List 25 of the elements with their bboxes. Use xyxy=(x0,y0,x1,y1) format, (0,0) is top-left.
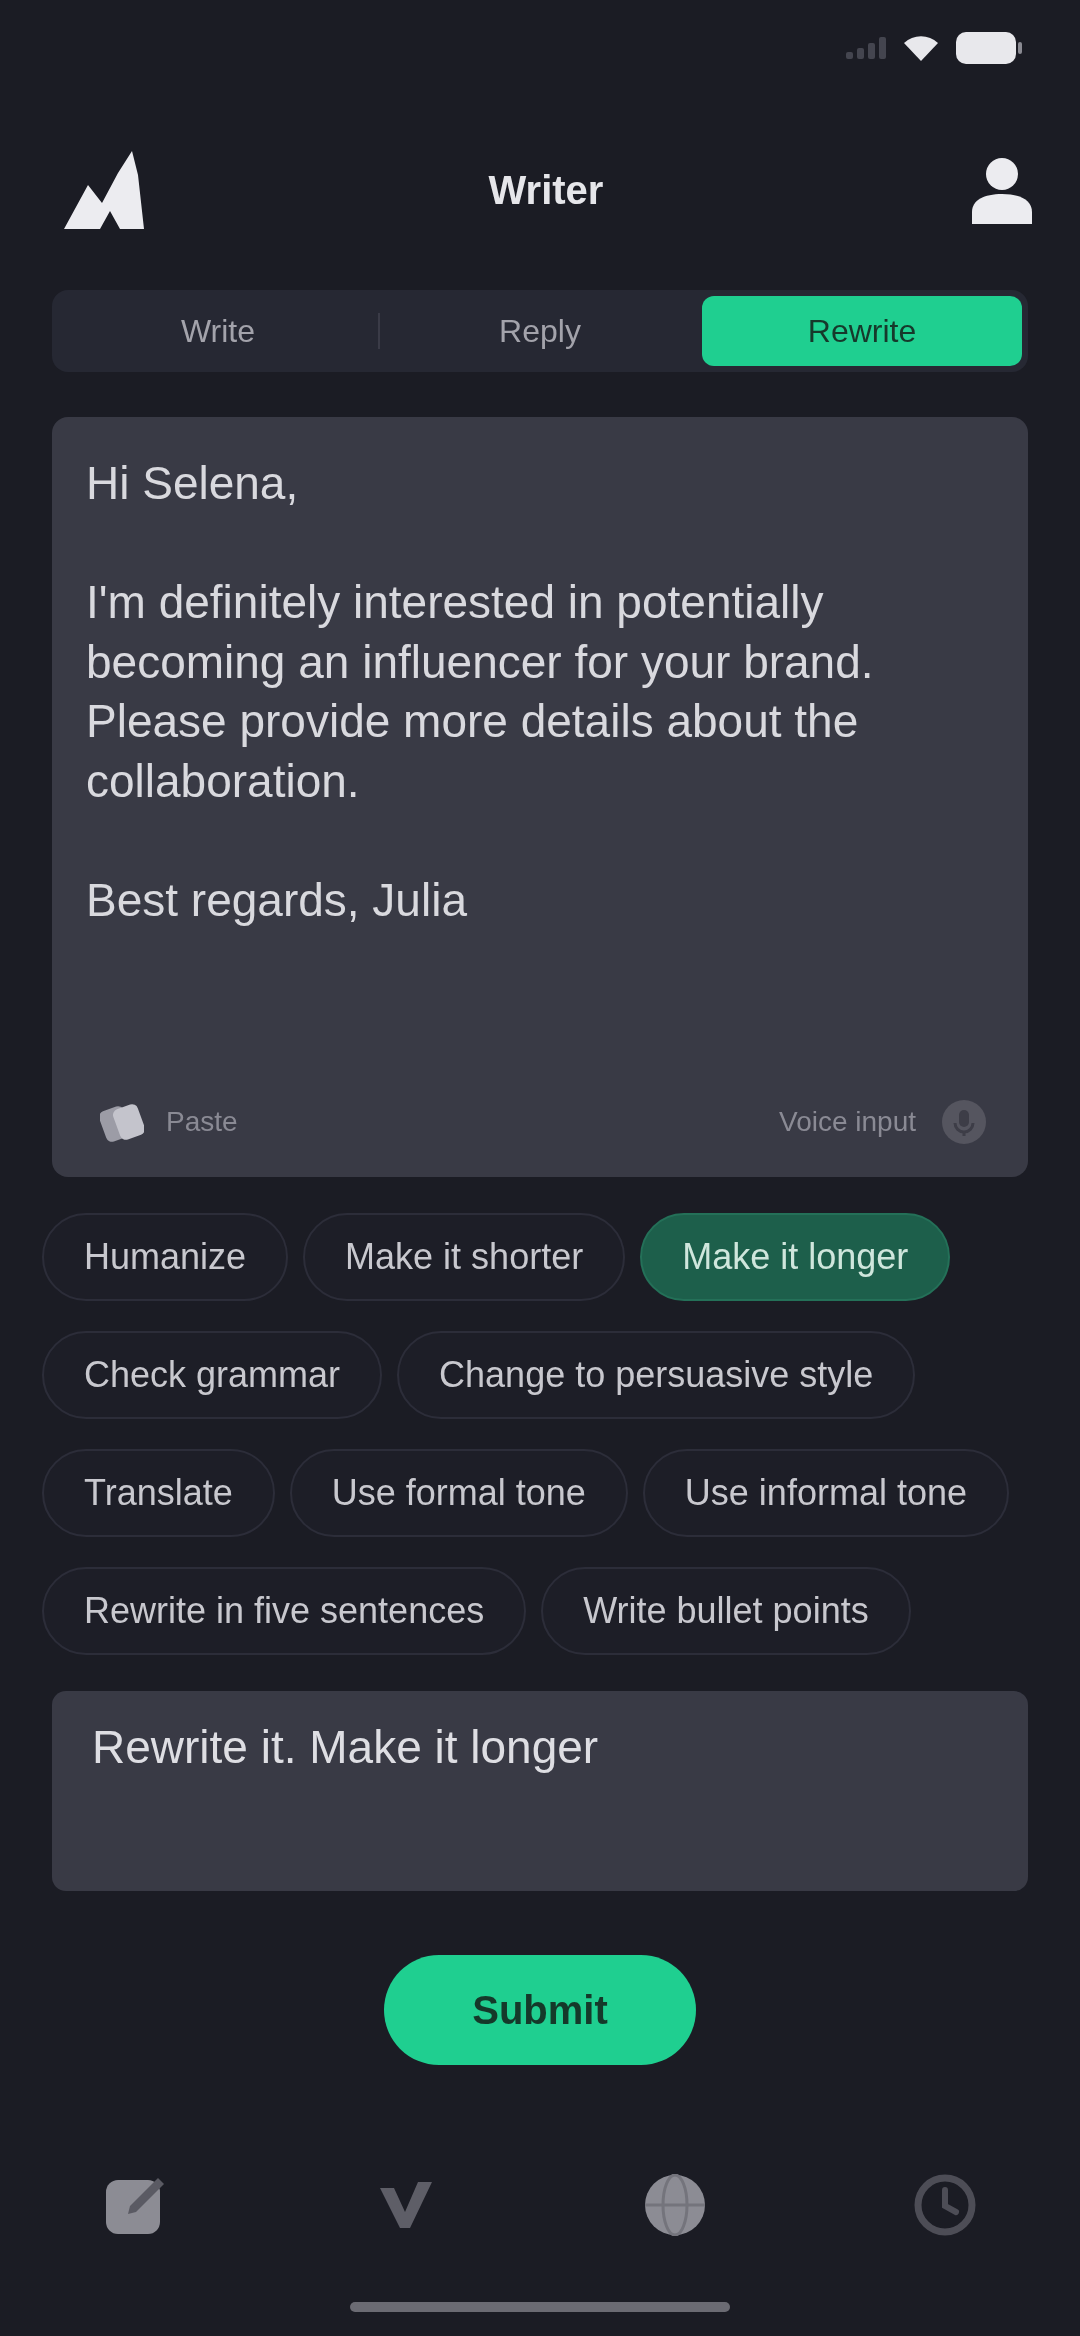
signal-icon xyxy=(846,37,886,59)
app-title: Writer xyxy=(488,167,604,213)
prompt-field[interactable]: Rewrite it. Make it longer xyxy=(52,1691,1028,1891)
email-text: Hi Selena, xyxy=(86,456,300,511)
person-icon[interactable] xyxy=(972,156,1032,224)
wifi-icon xyxy=(904,35,938,61)
microphone-icon xyxy=(942,1100,986,1144)
email-text: I'm definitely interested in potentially becoming an influencer for your brand. Please provide more details about the collaboration. xyxy=(86,575,875,809)
suggestion-chip[interactable]: Check grammar xyxy=(42,1331,383,1419)
battery-icon xyxy=(956,32,1022,64)
tab[interactable]: Write xyxy=(58,296,378,366)
globe-icon[interactable] xyxy=(644,2174,706,2236)
suggestion-chip[interactable]: Humanize xyxy=(42,1213,289,1301)
email-text: Best regards, Julia xyxy=(86,872,468,928)
suggestion-chip[interactable]: Change to persuasive style xyxy=(397,1331,916,1419)
suggestion-chip[interactable]: Make it shorter xyxy=(303,1213,626,1301)
suggestion-chip[interactable]: Use formal tone xyxy=(289,1449,628,1537)
suggestion-chip[interactable]: Use informal tone xyxy=(642,1449,1009,1537)
tab[interactable]: Reply xyxy=(380,296,700,366)
suggestion-chip[interactable]: Make it longer xyxy=(640,1213,951,1301)
submit-button[interactable]: Submit xyxy=(384,1955,696,2065)
tab[interactable]: Rewrite xyxy=(702,296,1022,366)
suggestion-chip[interactable]: Translate xyxy=(42,1449,275,1537)
suggestion-chip[interactable]: Write bullet points xyxy=(541,1567,911,1655)
suggestion-chip[interactable]: Rewrite in five sentences xyxy=(42,1567,527,1655)
